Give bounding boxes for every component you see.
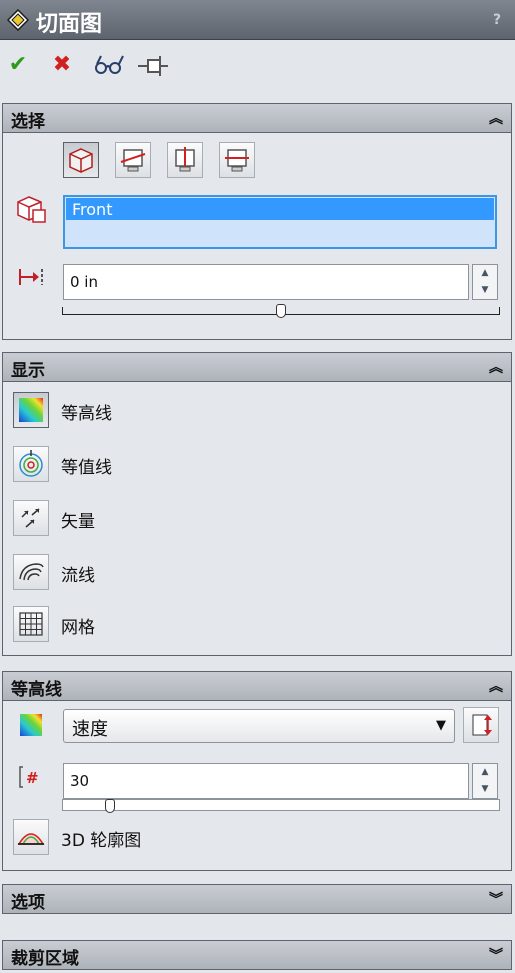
display-vector-label: 矢量 xyxy=(61,512,95,532)
ok-icon[interactable]: ✔ xyxy=(4,52,32,78)
spin-up-icon[interactable]: ▲ xyxy=(473,764,497,781)
parameter-value: 速度 xyxy=(72,719,108,740)
collapse-icon[interactable]: ︽ xyxy=(489,108,503,128)
section-title: 选项 xyxy=(11,893,45,913)
expand-icon[interactable]: ︾ xyxy=(489,945,503,965)
selected-face-item[interactable]: Front xyxy=(66,198,494,220)
spin-down-icon[interactable]: ▼ xyxy=(473,781,497,798)
3d-profile-label: 3D 轮廓图 xyxy=(61,831,142,851)
parameter-icon xyxy=(17,711,45,739)
mesh-icon[interactable] xyxy=(13,606,49,642)
section-title: 显示 xyxy=(11,361,45,381)
levels-slider-thumb[interactable] xyxy=(105,799,116,813)
contour-icon[interactable] xyxy=(13,392,49,428)
section-title: 裁剪区域 xyxy=(11,949,79,969)
section-header-crop-region[interactable]: 裁剪区域 ︾ xyxy=(2,940,512,970)
face-select-icon xyxy=(15,193,49,227)
parameter-select[interactable]: 速度 ▼ xyxy=(63,709,455,743)
svg-text:#: # xyxy=(26,769,39,787)
offset-spinner[interactable]: ▲ ▼ xyxy=(472,264,498,300)
section-header-display[interactable]: 显示 ︽ xyxy=(2,352,512,382)
levels-spinner[interactable]: ▲ ▼ xyxy=(472,763,498,799)
offset-icon xyxy=(17,265,47,289)
cut-plot-icon xyxy=(6,8,30,32)
collapse-icon[interactable]: ︽ xyxy=(489,357,503,377)
display-isoline-label: 等值线 xyxy=(61,458,112,478)
cancel-icon[interactable]: ✖ xyxy=(48,52,76,78)
section-header-options[interactable]: 选项 ︾ xyxy=(2,884,512,914)
face-selection-list[interactable]: Front xyxy=(63,195,497,249)
adjust-range-icon[interactable] xyxy=(463,707,499,743)
plane-yz-icon[interactable] xyxy=(219,142,255,178)
detailed-preview-icon[interactable] xyxy=(92,52,128,78)
section-header-contours[interactable]: 等高线 ︽ xyxy=(2,671,512,701)
display-contour-label: 等高线 xyxy=(61,404,112,424)
pin-icon[interactable] xyxy=(136,52,170,78)
spin-down-icon[interactable]: ▼ xyxy=(473,282,497,299)
spin-up-icon[interactable]: ▲ xyxy=(473,265,497,282)
vector-icon[interactable] xyxy=(13,500,49,536)
panel-title: 切面图 xyxy=(36,12,103,37)
section-body-selection: Front 0 in ▲ ▼ xyxy=(2,133,512,340)
section-body-contours: 速度 ▼ # 30 ▲ ▼ 3D 轮廓图 xyxy=(2,701,512,871)
section-title: 选择 xyxy=(11,112,45,132)
display-streamline-label: 流线 xyxy=(61,566,95,586)
isoline-icon[interactable] xyxy=(13,446,49,482)
section-header-selection[interactable]: 选择 ︽ xyxy=(2,103,512,133)
3d-profile-icon[interactable] xyxy=(13,819,49,855)
title-bar: 切面图 ? xyxy=(0,0,515,40)
section-body-display: 等高线 等值线 矢量 流线 网格 xyxy=(2,382,512,656)
levels-icon: # xyxy=(17,763,47,791)
plane-solid-icon[interactable] xyxy=(63,142,99,178)
levels-input[interactable]: 30 xyxy=(63,763,469,799)
plane-xy-icon[interactable] xyxy=(115,142,151,178)
offset-slider-thumb[interactable] xyxy=(276,304,286,318)
display-mesh-label: 网格 xyxy=(61,618,95,638)
levels-slider[interactable] xyxy=(62,799,500,811)
expand-icon[interactable]: ︾ xyxy=(489,889,503,909)
help-button[interactable]: ? xyxy=(488,11,506,29)
streamline-icon[interactable] xyxy=(13,554,49,590)
plane-zx-icon[interactable] xyxy=(167,142,203,178)
collapse-icon[interactable]: ︽ xyxy=(489,676,503,696)
offset-input[interactable]: 0 in xyxy=(63,264,469,300)
section-title: 等高线 xyxy=(11,680,62,700)
dropdown-arrow-icon[interactable]: ▼ xyxy=(436,718,446,733)
